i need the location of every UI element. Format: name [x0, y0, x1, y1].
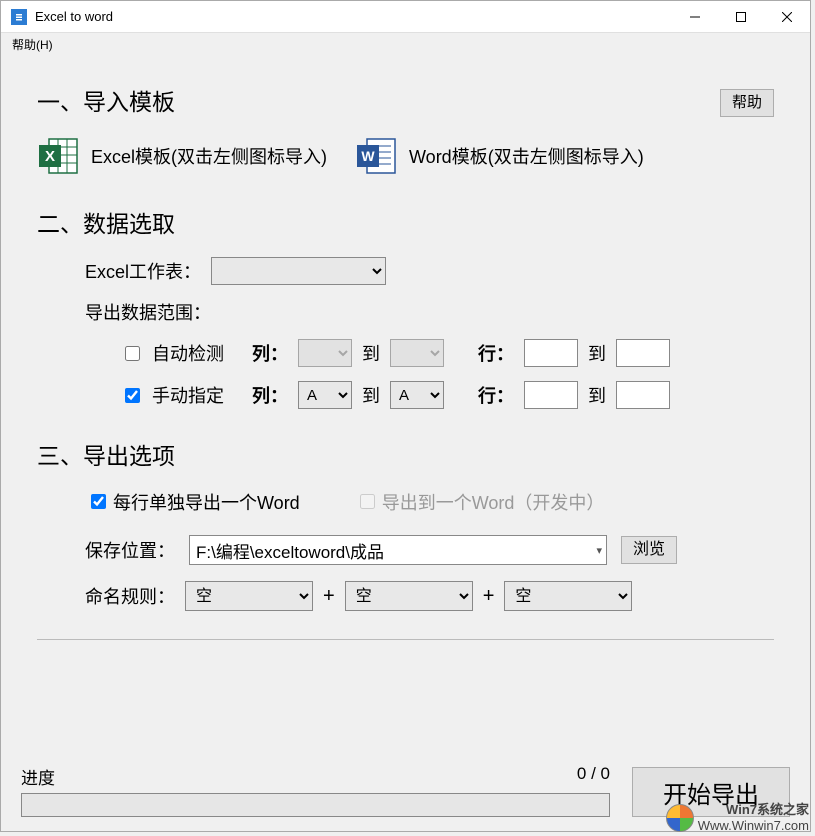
to-label-3: 到	[362, 382, 380, 408]
section1-title: 一、导入模板	[37, 83, 774, 117]
menubar: 帮助(H)	[1, 33, 810, 55]
range-label-row: 导出数据范围：	[85, 299, 774, 325]
auto-detect-label: 自动检测	[152, 340, 224, 366]
separator	[37, 639, 774, 640]
range-label: 导出数据范围：	[85, 299, 211, 325]
content-area: 一、导入模板 帮助 X Excel模板(双击左侧图标导入) W	[1, 55, 810, 640]
app-window: Excel to word 帮助(H) 一、导入模板 帮助	[0, 0, 811, 832]
window-controls	[672, 1, 810, 32]
manual-label: 手动指定	[152, 382, 224, 408]
word-template-label: Word模板(双击左侧图标导入)	[409, 143, 644, 169]
progress-value: 0 / 0	[577, 764, 610, 789]
opt-single-checkbox	[360, 494, 375, 509]
auto-detect-checkbox[interactable]	[125, 346, 140, 361]
maximize-button[interactable]	[718, 1, 764, 32]
name-part2-select[interactable]: 空	[345, 581, 473, 611]
name-part1-select[interactable]: 空	[185, 581, 313, 611]
sheet-label: Excel工作表：	[85, 258, 201, 284]
auto-col-from	[298, 339, 352, 367]
export-options-row: 每行单独导出一个Word 导出到一个Word（开发中）	[91, 489, 774, 515]
opt-per-row-label: 每行单独导出一个Word	[113, 493, 300, 513]
row-label-manual: 行：	[478, 382, 514, 408]
minimize-button[interactable]	[672, 1, 718, 32]
manual-row-from[interactable]	[524, 381, 578, 409]
opt-per-row[interactable]: 每行单独导出一个Word	[91, 489, 300, 515]
auto-row-from[interactable]	[524, 339, 578, 367]
sheet-select[interactable]	[211, 257, 386, 285]
menu-help[interactable]: 帮助(H)	[6, 34, 59, 55]
progress-bar	[21, 793, 610, 817]
save-path-combo[interactable]: F:\编程\exceltoword\成品 ▾	[189, 535, 607, 565]
window-title: Excel to word	[35, 9, 672, 24]
col-label-manual: 列：	[252, 382, 288, 408]
to-label-2: 到	[588, 340, 606, 366]
excel-icon[interactable]: X	[37, 135, 79, 177]
excel-template-label: Excel模板(双击左侧图标导入)	[91, 143, 327, 169]
name-part3-select[interactable]: 空	[504, 581, 632, 611]
titlebar: Excel to word	[1, 1, 810, 33]
row-label-auto: 行：	[478, 340, 514, 366]
progress-block: 进度 0 / 0	[21, 764, 610, 817]
word-icon[interactable]: W	[355, 135, 397, 177]
plus-2: +	[483, 585, 495, 608]
manual-col-from[interactable]: A	[298, 381, 352, 409]
save-path-text: F:\编程\exceltoword\成品	[196, 538, 384, 563]
browse-button[interactable]: 浏览	[621, 536, 677, 564]
help-button[interactable]: 帮助	[720, 89, 774, 117]
save-location-row: 保存位置： F:\编程\exceltoword\成品 ▾ 浏览	[85, 535, 774, 565]
to-label-1: 到	[362, 340, 380, 366]
opt-single: 导出到一个Word（开发中）	[360, 489, 605, 515]
manual-checkbox[interactable]	[125, 388, 140, 403]
opt-per-row-checkbox[interactable]	[91, 494, 106, 509]
footer: 进度 0 / 0 开始导出	[21, 764, 790, 817]
manual-row-to[interactable]	[616, 381, 670, 409]
manual-row: 手动指定 列： A 到 A 行： 到	[125, 381, 774, 409]
start-export-button[interactable]: 开始导出	[632, 767, 790, 817]
plus-1: +	[323, 585, 335, 608]
manual-col-to[interactable]: A	[390, 381, 444, 409]
auto-detect-row: 自动检测 列： 到 行： 到	[125, 339, 774, 367]
svg-text:X: X	[45, 148, 55, 165]
chevron-down-icon: ▾	[596, 544, 602, 557]
col-label-auto: 列：	[252, 340, 288, 366]
app-icon	[11, 9, 27, 25]
auto-col-to	[390, 339, 444, 367]
sheet-row: Excel工作表：	[85, 257, 774, 285]
name-label: 命名规则：	[85, 583, 175, 609]
naming-rule-row: 命名规则： 空 + 空 + 空	[85, 581, 774, 611]
opt-single-label: 导出到一个Word（开发中）	[382, 493, 605, 513]
template-row: X Excel模板(双击左侧图标导入) W Word模板(双击左侧图标导入)	[37, 135, 774, 177]
progress-label: 进度	[21, 764, 55, 789]
section2-title: 二、数据选取	[37, 205, 774, 239]
close-button[interactable]	[764, 1, 810, 32]
section3-title: 三、导出选项	[37, 437, 774, 471]
to-label-4: 到	[588, 382, 606, 408]
auto-row-to[interactable]	[616, 339, 670, 367]
save-label: 保存位置：	[85, 537, 175, 563]
svg-text:W: W	[361, 148, 375, 164]
